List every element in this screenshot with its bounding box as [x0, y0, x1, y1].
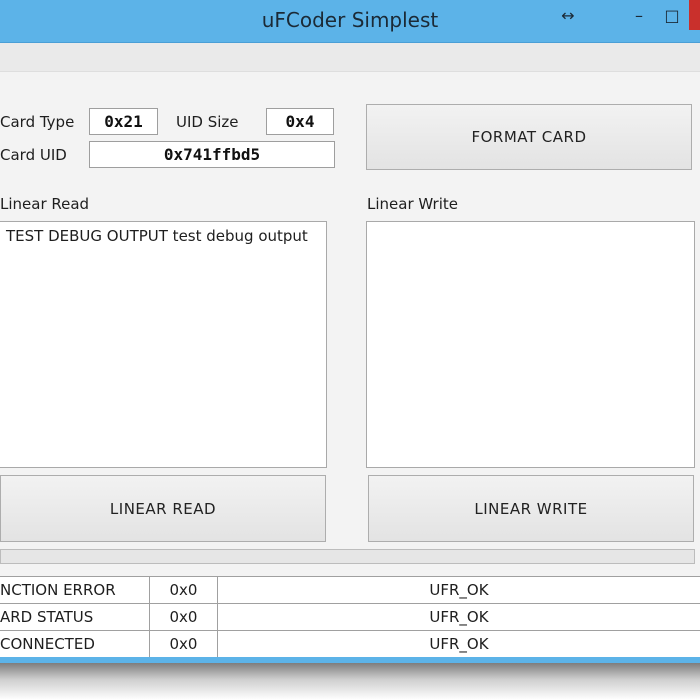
uid-size-value: 0x4: [266, 108, 334, 135]
status-name: ARD STATUS: [0, 604, 150, 630]
toolbar-band: [0, 43, 700, 72]
progress-bar: [0, 549, 695, 564]
uid-size-label: UID Size: [176, 113, 239, 131]
close-button[interactable]: [689, 0, 700, 30]
linear-write-button[interactable]: LINEAR WRITE: [368, 475, 694, 542]
minimize-button[interactable]: –: [627, 6, 651, 25]
linear-write-label: Linear Write: [367, 195, 458, 213]
status-value: UFR_OK: [429, 608, 489, 626]
card-type-label: Card Type: [0, 113, 75, 131]
status-value: UFR_OK: [429, 581, 489, 599]
resize-arrows-icon[interactable]: ↔: [556, 6, 580, 25]
status-name: CONNECTED: [0, 631, 150, 657]
linear-read-label: Linear Read: [0, 195, 90, 213]
title-bar: uFCoder Simplest ↔ – □: [0, 0, 700, 43]
maximize-button[interactable]: □: [660, 6, 684, 25]
status-name: NCTION ERROR: [0, 577, 150, 603]
window-title: uFCoder Simplest: [261, 8, 439, 32]
status-value: UFR_OK: [429, 635, 489, 653]
status-grid: NCTION ERROR 0x0 UFR_OK ARD STATUS 0x0 UFR_OK…: [0, 576, 700, 658]
status-row: CONNECTED 0x0 UFR_OK: [0, 631, 700, 658]
linear-read-textarea[interactable]: TEST DEBUG OUTPUT test debug output: [0, 221, 327, 468]
window-shadow: [0, 663, 700, 700]
linear-write-textarea[interactable]: [366, 221, 695, 468]
status-row: NCTION ERROR 0x0 UFR_OK: [0, 577, 700, 604]
status-code: 0x0: [150, 631, 218, 657]
linear-read-button[interactable]: LINEAR READ: [0, 475, 326, 542]
card-uid-value: 0x741ffbd5: [89, 141, 335, 168]
format-card-button[interactable]: FORMAT CARD: [366, 104, 692, 170]
status-code: 0x0: [150, 577, 218, 603]
status-row: ARD STATUS 0x0 UFR_OK: [0, 604, 700, 631]
card-uid-label: Card UID: [0, 146, 67, 164]
status-code: 0x0: [150, 604, 218, 630]
card-type-value: 0x21: [89, 108, 158, 135]
